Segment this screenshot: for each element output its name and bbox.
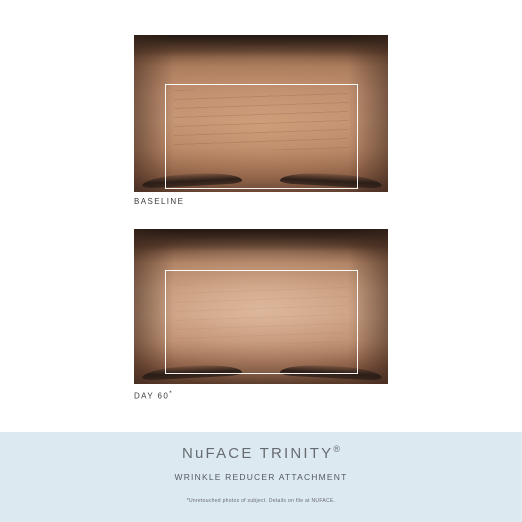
product-title: NuFACE TRINITY®: [0, 444, 522, 462]
focus-frame: [165, 270, 358, 374]
product-name: NuFACE TRINITY: [181, 445, 334, 462]
footer-banner: NuFACE TRINITY® WRINKLE REDUCER ATTACHME…: [0, 432, 522, 522]
focus-frame: [165, 84, 358, 189]
disclaimer-note: *Unretouched photos of subject. Details …: [186, 498, 336, 504]
baseline-photo: [134, 35, 388, 192]
day-60-caption: DAY 60*: [134, 390, 173, 401]
baseline-caption: BASELINE: [134, 197, 184, 206]
caption-asterisk: *: [169, 390, 174, 397]
caption-label: BASELINE: [134, 197, 185, 206]
caption-label: DAY 60: [134, 391, 170, 401]
day-60-photo: [134, 229, 388, 384]
registered-mark: ®: [333, 444, 341, 454]
product-subtitle: WRINKLE REDUCER ATTACHMENT: [174, 472, 348, 482]
